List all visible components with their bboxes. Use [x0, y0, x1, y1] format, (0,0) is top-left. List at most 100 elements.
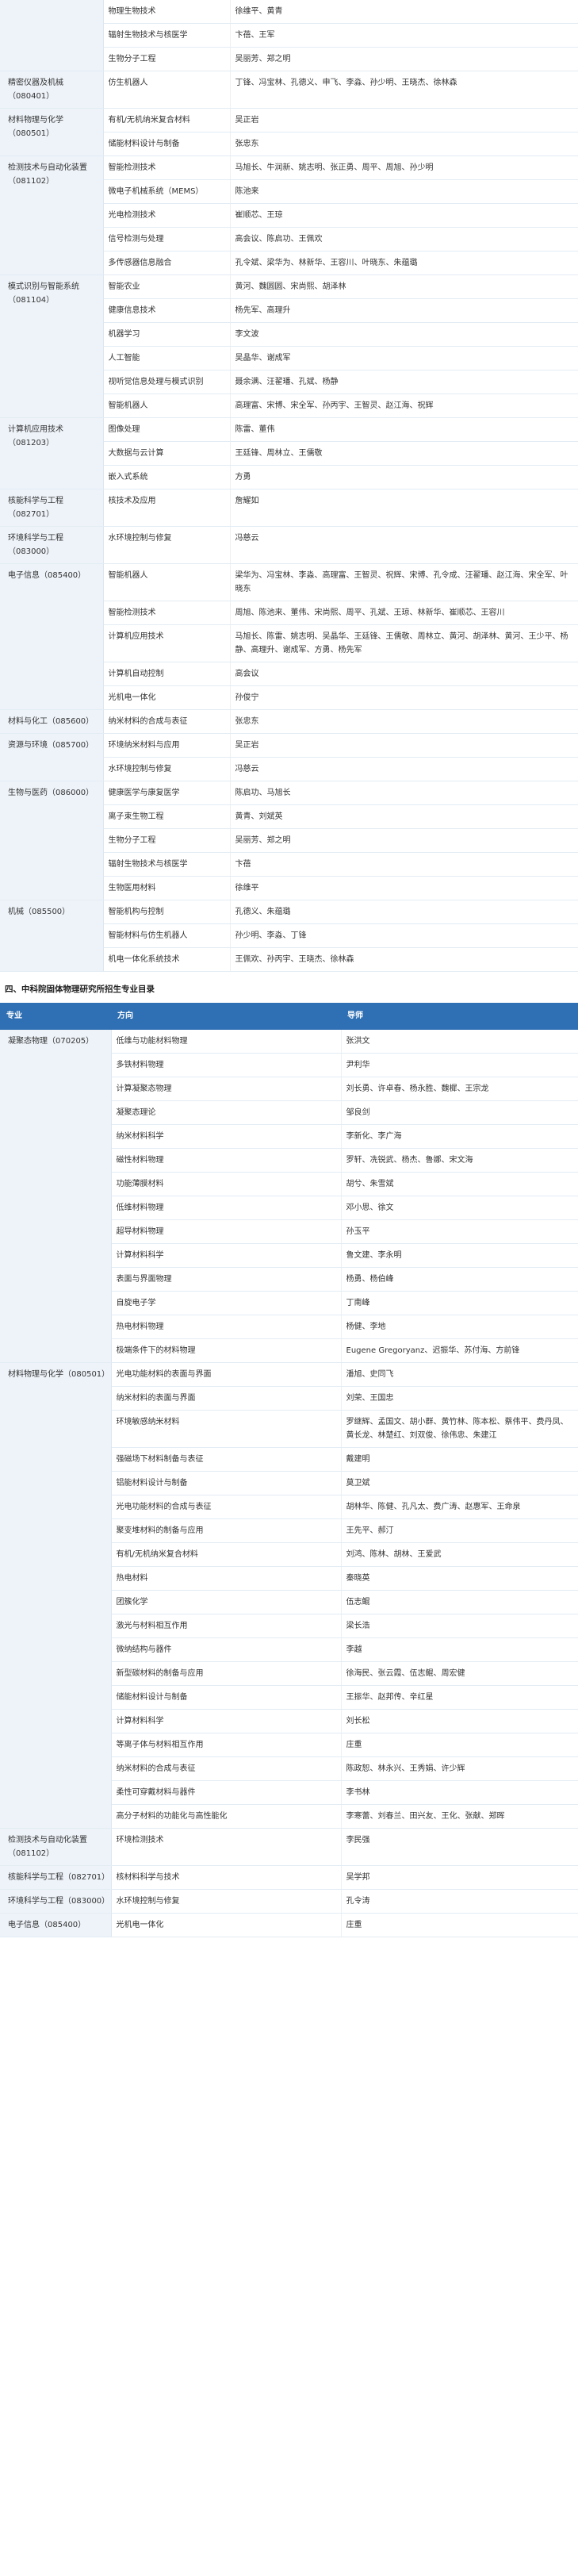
- direction-cell: 极端条件下的材料物理: [111, 1338, 342, 1363]
- tutor-cell: 吴正岩: [230, 108, 578, 132]
- page: 物理生物技术 徐维平、黄青 辐射生物技术与核医学 卞蓓、王军 生物分子工程 吴丽芳、郑之明…: [0, 0, 578, 1937]
- direction-cell: 计算机应用技术: [103, 624, 231, 662]
- tutor-cell: 丁南峰: [341, 1291, 578, 1315]
- table-row: 核能科学与工程（082701） 核材料科学与技术 吴学邦: [0, 1865, 578, 1890]
- major-cell: 生物与医药（086000）: [0, 781, 104, 900]
- direction-cell: 纳米材料的合成与表征: [103, 709, 231, 734]
- major-cell: 凝聚态物理（070205）: [0, 1029, 112, 1363]
- major-cell: [0, 0, 104, 71]
- major-cell: 环境科学与工程（083000）: [0, 526, 104, 564]
- header-tutor: 导师: [341, 1003, 578, 1030]
- program-table-2-body: 凝聚态物理（070205） 低维与功能材料物理 张洪文 多铁材料物理 尹利华 计算凝聚态物…: [0, 1029, 578, 1937]
- tutor-cell: 孙俊宁: [230, 685, 578, 710]
- tutor-cell: 黄青、刘斌英: [230, 804, 578, 829]
- major-cell: 资源与环境（085700）: [0, 733, 104, 781]
- tutor-cell: 李民强: [341, 1828, 578, 1866]
- table-row: 模式识别与智能系统（081104） 智能农业 黄河、魏圆圆、宋尚熙、胡泽林: [0, 274, 578, 418]
- direction-cell: 新型碳材料的制备与应用: [111, 1661, 342, 1686]
- direction-cell: 健康信息技术: [103, 298, 231, 323]
- major-cell: 环境科学与工程（083000）: [0, 1889, 112, 1914]
- table-row: 计算机应用技术（081203） 图像处理 陈雷、董伟: [0, 417, 578, 489]
- major-cell: 电子信息（085400）: [0, 563, 104, 710]
- tutor-cell: 周旭、陈池来、董伟、宋尚熙、周平、孔斌、王琼、林新华、崔顺芯、王容川: [230, 601, 578, 625]
- tutor-cell: 伍志鲲: [341, 1590, 578, 1614]
- header-major: 专业: [0, 1003, 111, 1030]
- tutor-cell: 詹耀如: [230, 489, 578, 527]
- tutor-cell: 李新化、李广海: [341, 1124, 578, 1149]
- tutor-cell: 方勇: [230, 465, 578, 489]
- tutor-cell: 张忠东: [230, 709, 578, 734]
- tutor-cell: 冯慈云: [230, 526, 578, 564]
- direction-cell: 智能检测技术: [103, 155, 231, 180]
- tutor-cell: 徐海民、张云霞、伍志鲲、周宏健: [341, 1661, 578, 1686]
- tutor-cell: 李寒蕾、刘春兰、田兴友、王化、张献、郑晖: [341, 1804, 578, 1829]
- table-row: 精密仪器及机械（080401） 仿生机器人 丁锋、冯宝林、孔德义、申飞、李淼、孙少明…: [0, 71, 578, 109]
- major-cell: 检测技术与自动化装置（081102）: [0, 1828, 112, 1866]
- direction-cell: 超导材料物理: [111, 1219, 342, 1244]
- direction-cell: 图像处理: [103, 417, 231, 442]
- direction-cell: 嵌入式系统: [103, 465, 231, 489]
- tutor-cell: 孔令涛: [341, 1889, 578, 1914]
- tutor-cell: 徐维平、黄青: [230, 0, 578, 24]
- tutor-cell: 高会议: [230, 662, 578, 686]
- direction-cell: 计算材料科学: [111, 1243, 342, 1268]
- tutor-cell: 张洪文: [341, 1029, 578, 1054]
- direction-cell: 热电材料物理: [111, 1315, 342, 1339]
- direction-cell: 信号检测与处理: [103, 227, 231, 251]
- tutor-cell: 潘旭、史同飞: [341, 1362, 578, 1387]
- tutor-cell: 王廷锋、周林立、王儒敬: [230, 441, 578, 466]
- tutor-cell: 杨勇、杨伯峰: [341, 1267, 578, 1292]
- direction-cell: 水环境控制与修复: [111, 1889, 342, 1914]
- table-row: 环境科学与工程（083000） 水环境控制与修复 孔令涛: [0, 1889, 578, 1914]
- direction-cell: 计算材料科学: [111, 1709, 342, 1733]
- tutor-cell: 孔令斌、梁华为、林新华、王容川、叶晓东、朱蕴璐: [230, 251, 578, 275]
- direction-cell: 机电一体化系统技术: [103, 947, 231, 972]
- direction-cell: 柔性可穿戴材料与器件: [111, 1780, 342, 1805]
- table-header-row: 专业 方向 导师: [0, 1003, 578, 1030]
- tutor-cell: 王佩欢、孙丙宇、王晓杰、徐林森: [230, 947, 578, 972]
- tutor-cell: 马旭长、牛润新、姚志明、张正勇、周平、周旭、孙少明: [230, 155, 578, 180]
- table-row: 环境科学与工程（083000） 水环境控制与修复 冯慈云: [0, 526, 578, 564]
- major-cell: 电子信息（085400）: [0, 1913, 112, 1937]
- direction-cell: 环境检测技术: [111, 1828, 342, 1866]
- direction-cell: 光机电一体化: [103, 685, 231, 710]
- tutor-cell: 杨先军、高理升: [230, 298, 578, 323]
- tutor-cell: 吴学邦: [341, 1865, 578, 1890]
- tutor-cell: 胡兮、朱雪斌: [341, 1172, 578, 1196]
- direction-cell: 多传感器信息融合: [103, 251, 231, 275]
- tutor-cell: 鲁文建、李永明: [341, 1243, 578, 1268]
- direction-cell: 智能材料与仿生机器人: [103, 923, 231, 948]
- tutor-cell: 李书林: [341, 1780, 578, 1805]
- tutor-cell: 孙玉平: [341, 1219, 578, 1244]
- tutor-cell: 刘鸿、陈林、胡林、王爱武: [341, 1542, 578, 1567]
- tutor-cell: 庄重: [341, 1913, 578, 1937]
- tutor-cell: 庄重: [341, 1733, 578, 1757]
- major-cell: 计算机应用技术（081203）: [0, 417, 104, 489]
- direction-cell: 凝聚态理论: [111, 1100, 342, 1125]
- table-row: 核能科学与工程（082701） 核技术及应用 詹耀如: [0, 489, 578, 527]
- tutor-cell: 胡林华、陈健、孔凡太、费广涛、赵惠军、王命泉: [341, 1495, 578, 1519]
- table-row: 检测技术与自动化装置（081102） 环境检测技术 李民强: [0, 1828, 578, 1866]
- tutor-cell: 陈池来: [230, 179, 578, 204]
- direction-cell: 自旋电子学: [111, 1291, 342, 1315]
- direction-cell: 聚变堆材料的制备与应用: [111, 1518, 342, 1543]
- tutor-cell: 吴晶华、谢成军: [230, 346, 578, 370]
- direction-cell: 低维材料物理: [111, 1196, 342, 1220]
- tutor-cell: 李越: [341, 1637, 578, 1662]
- direction-cell: 生物医用材料: [103, 876, 231, 900]
- major-cell: 材料与化工（085600）: [0, 709, 104, 734]
- major-cell: 核能科学与工程（082701）: [0, 1865, 112, 1890]
- direction-cell: 团簇化学: [111, 1590, 342, 1614]
- direction-cell: 环境敏感纳米材料: [111, 1410, 342, 1448]
- direction-cell: 铝能材料设计与制备: [111, 1471, 342, 1495]
- tutor-cell: 梁华为、冯宝林、李淼、高理富、王智灵、祝辉、宋博、孔令成、汪翟璠、赵江海、宋全军…: [230, 563, 578, 601]
- direction-cell: 激光与材料相互作用: [111, 1614, 342, 1638]
- table-row: 凝聚态物理（070205） 低维与功能材料物理 张洪文: [0, 1029, 578, 1363]
- direction-cell: 智能农业: [103, 274, 231, 299]
- direction-cell: 低维与功能材料物理: [111, 1029, 342, 1054]
- tutor-cell: 孙少明、李淼、丁锋: [230, 923, 578, 948]
- direction-cell: 光电功能材料的合成与表征: [111, 1495, 342, 1519]
- direction-cell: 磁性材料物理: [111, 1148, 342, 1173]
- direction-cell: 人工智能: [103, 346, 231, 370]
- tutor-cell: 吴丽芳、郑之明: [230, 828, 578, 853]
